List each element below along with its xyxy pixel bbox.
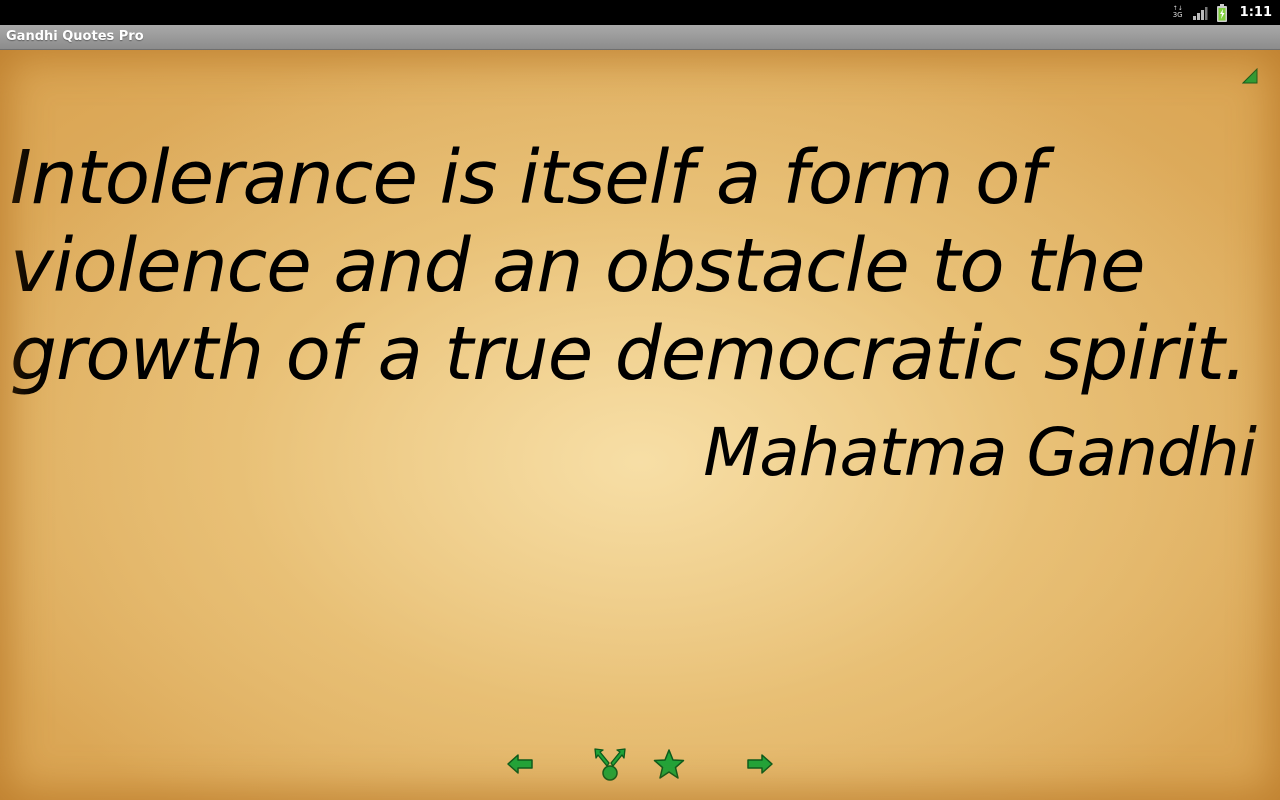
share-button[interactable]: [591, 746, 629, 782]
star-icon: [653, 749, 685, 779]
share-icon: [594, 748, 626, 781]
status-icons: ↑↓ 3G 1:11: [1172, 0, 1272, 25]
status-bar: ↑↓ 3G 1:11: [0, 0, 1280, 25]
next-quote-button[interactable]: [742, 746, 778, 782]
quote-text: Intolerance is itself a form of violence…: [10, 135, 1247, 397]
battery-charging-icon: [1216, 3, 1227, 22]
quote-author: Mahatma Gandhi: [703, 414, 1257, 491]
network-type-indicator: ↑↓ 3G: [1172, 5, 1183, 19]
app-title: Gandhi Quotes Pro: [6, 29, 144, 44]
status-clock: 1:11: [1239, 5, 1272, 20]
arrow-right-icon: [747, 754, 773, 774]
quote-card[interactable]: Intolerance is itself a form of violence…: [0, 50, 1280, 800]
arrow-left-icon: [507, 754, 533, 774]
corner-triangle-icon[interactable]: [1242, 68, 1258, 84]
app-title-bar: Gandhi Quotes Pro: [0, 25, 1280, 50]
signal-strength-icon: [1192, 6, 1208, 20]
previous-quote-button[interactable]: [502, 746, 538, 782]
favorite-button[interactable]: [651, 746, 687, 782]
